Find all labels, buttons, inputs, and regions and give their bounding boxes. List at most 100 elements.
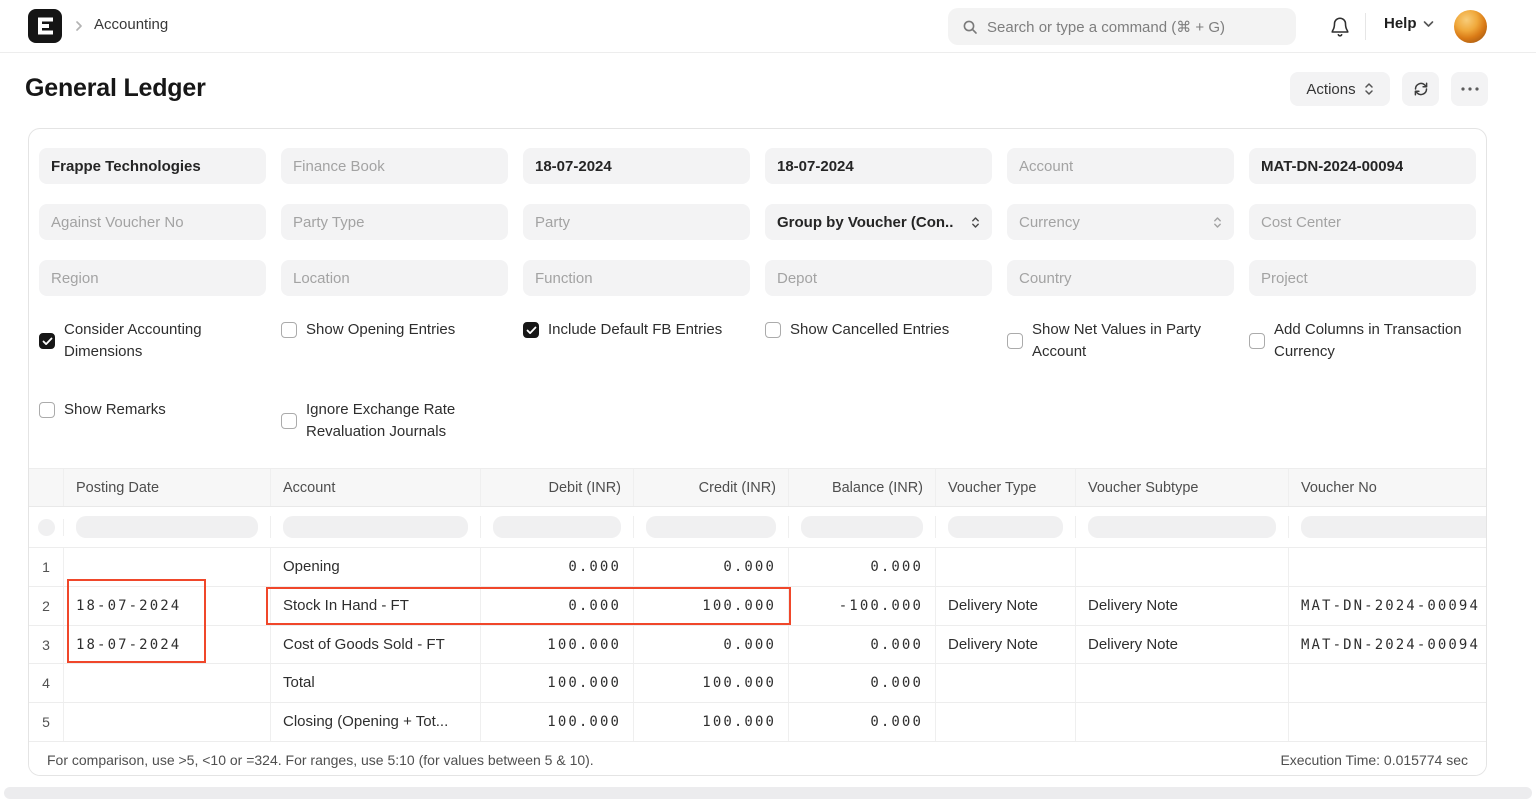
refresh-button[interactable] [1402, 72, 1439, 106]
filter-country[interactable]: Country [1007, 260, 1234, 296]
cell-credit-inr: 100.000 [634, 664, 789, 703]
filter-pill[interactable] [37, 518, 55, 536]
column-filter-input[interactable] [1076, 516, 1289, 538]
cell-row-index: 3 [29, 625, 64, 664]
notifications-bell-icon[interactable] [1329, 15, 1351, 38]
checkbox-unchecked-icon[interactable] [1249, 333, 1265, 349]
ellipsis-icon [1460, 87, 1479, 91]
filter-pill[interactable] [493, 516, 621, 538]
cell-credit-inr: 0.000 [634, 548, 789, 586]
column-filter-input[interactable] [936, 516, 1076, 538]
filter-group-by[interactable]: Group by Voucher (Con.. [765, 204, 992, 240]
table-row[interactable]: 1 Opening 0.000 0.000 0.000 [29, 548, 1486, 587]
erpnext-logo-icon[interactable] [28, 9, 62, 43]
column-header-voucher-subtype[interactable]: Voucher Subtype [1076, 469, 1289, 506]
column-header-voucher-type[interactable]: Voucher Type [936, 469, 1076, 506]
checkbox-label: Include Default FB Entries [548, 321, 723, 338]
column-filter-dot[interactable] [29, 518, 64, 536]
checkbox-show-opening-entries[interactable]: Show Opening Entries [281, 319, 508, 341]
filter-pill[interactable] [801, 516, 923, 538]
checkbox-unchecked-icon[interactable] [39, 402, 55, 418]
table-row[interactable]: 3 18-07-2024 Cost of Goods Sold - FT 100.00… [29, 625, 1486, 665]
table-row[interactable]: 4 Total 100.000 100.000 0.000 [29, 664, 1486, 704]
column-filter-input[interactable] [64, 516, 271, 538]
filter-party[interactable]: Party [523, 204, 750, 240]
checkbox-include-default-fb-entries[interactable]: Include Default FB Entries [523, 319, 750, 341]
filter-pill[interactable] [1301, 516, 1486, 538]
filter-against-voucher-no[interactable]: Against Voucher No [39, 204, 266, 240]
column-header-account[interactable]: Account [271, 469, 481, 506]
cell-debit-inr: 0.000 [481, 586, 634, 625]
table-row[interactable]: 5 Closing (Opening + Tot... 100.000 100.000… [29, 703, 1486, 741]
filter-depot-placeholder: Depot [777, 269, 818, 287]
cell-voucher-subtype [1076, 548, 1289, 586]
filter-currency[interactable]: Currency [1007, 204, 1234, 240]
column-header-credit-inr[interactable]: Credit (INR) [634, 469, 789, 506]
filter-depot[interactable]: Depot [765, 260, 992, 296]
report-table: Posting Date Account Debit (INR) Credit (IN… [29, 468, 1486, 741]
search-input[interactable]: Search or type a command (⌘ + G) [948, 8, 1296, 45]
more-options-button[interactable] [1451, 72, 1488, 106]
filter-function[interactable]: Function [523, 260, 750, 296]
column-filter-input[interactable] [271, 516, 481, 538]
cell-posting-date: 18-07-2024 [64, 625, 271, 664]
cell-credit-inr: 100.000 [634, 703, 789, 741]
filter-cost-center[interactable]: Cost Center [1249, 204, 1476, 240]
user-avatar[interactable] [1454, 10, 1487, 43]
column-filter-input[interactable] [634, 516, 789, 538]
navbar-divider [1365, 13, 1366, 40]
cell-account: Opening [271, 548, 481, 586]
filter-pill[interactable] [1088, 516, 1276, 538]
cell-balance-inr: 0.000 [789, 548, 936, 586]
actions-button[interactable]: Actions [1290, 72, 1390, 106]
horizontal-scrollbar[interactable] [4, 787, 1532, 799]
checkbox-show-net-values-in-party-account[interactable]: Show Net Values in Party Account [1007, 319, 1234, 363]
filter-pill[interactable] [76, 516, 258, 538]
table-row[interactable]: 2 18-07-2024 Stock In Hand - FT 0.000 100.00… [29, 586, 1486, 626]
table-body: 1 Opening 0.000 0.000 0.000 2 18-07-2024 Stock … [29, 548, 1486, 741]
column-header-voucher-no[interactable]: Voucher No [1289, 469, 1486, 506]
filter-pill[interactable] [948, 516, 1063, 538]
column-header-posting-date[interactable]: Posting Date [64, 469, 271, 506]
cell-balance-inr: 0.000 [789, 664, 936, 703]
checkbox-add-columns-in-transaction-currency[interactable]: Add Columns in Transaction Currency [1249, 319, 1476, 363]
help-menu[interactable]: Help [1384, 15, 1434, 32]
cell-debit-inr: 0.000 [481, 548, 634, 586]
checkbox-unchecked-icon[interactable] [1007, 333, 1023, 349]
cell-debit-inr: 100.000 [481, 703, 634, 741]
checkbox-label: Show Remarks [64, 401, 166, 418]
filter-voucher-no[interactable]: MAT-DN-2024-00094 [1249, 148, 1476, 184]
filter-account[interactable]: Account [1007, 148, 1234, 184]
search-placeholder: Search or type a command (⌘ + G) [987, 18, 1226, 36]
column-header-balance-inr[interactable]: Balance (INR) [789, 469, 936, 506]
checkbox-consider-accounting-dimensions[interactable]: Consider Accounting Dimensions [39, 319, 266, 363]
checkbox-unchecked-icon[interactable] [281, 322, 297, 338]
checkbox-checked-icon[interactable] [523, 322, 539, 338]
filter-group-by-value: Group by Voucher (Con.. [777, 213, 954, 231]
filter-company-value: Frappe Technologies [51, 157, 201, 175]
filter-from-date[interactable]: 18-07-2024 [523, 148, 750, 184]
filter-project[interactable]: Project [1249, 260, 1476, 296]
breadcrumb-accounting[interactable]: Accounting [94, 16, 168, 33]
filter-pill[interactable] [646, 516, 776, 538]
filter-region[interactable]: Region [39, 260, 266, 296]
column-filter-input[interactable] [481, 516, 634, 538]
column-header-debit-inr[interactable]: Debit (INR) [481, 469, 634, 506]
checkbox-unchecked-icon[interactable] [281, 413, 297, 429]
checkbox-show-remarks[interactable]: Show Remarks [39, 399, 266, 421]
filter-finance-book[interactable]: Finance Book [281, 148, 508, 184]
checkbox-grid: Consider Accounting Dimensions Show Openi… [39, 319, 1476, 443]
checkbox-ignore-exchange-rate-revaluation-journals[interactable]: Ignore Exchange Rate Revaluation Journal… [281, 399, 508, 443]
filter-to-date[interactable]: 18-07-2024 [765, 148, 992, 184]
column-filter-input[interactable] [1289, 516, 1486, 538]
column-filter-input[interactable] [789, 516, 936, 538]
checkbox-show-cancelled-entries[interactable]: Show Cancelled Entries [765, 319, 992, 341]
filter-party-type[interactable]: Party Type [281, 204, 508, 240]
filter-location[interactable]: Location [281, 260, 508, 296]
checkbox-checked-icon[interactable] [39, 333, 55, 349]
column-header-row-index[interactable] [29, 469, 64, 506]
filter-company[interactable]: Frappe Technologies [39, 148, 266, 184]
filter-country-placeholder: Country [1019, 269, 1072, 287]
checkbox-unchecked-icon[interactable] [765, 322, 781, 338]
filter-pill[interactable] [283, 516, 468, 538]
